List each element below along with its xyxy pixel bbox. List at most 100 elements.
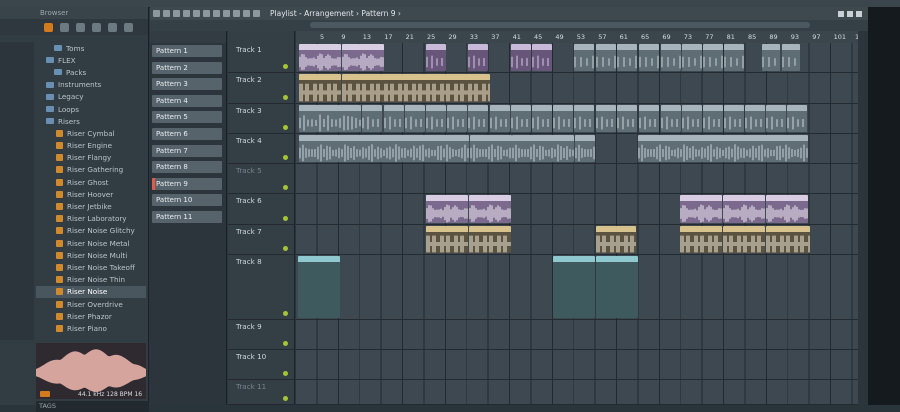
browser-item[interactable]: Riser Noise — [36, 285, 146, 298]
track-label[interactable]: Track 10 — [236, 352, 266, 361]
track-label[interactable]: Track 7 — [236, 227, 262, 236]
track-mute-led[interactable] — [283, 95, 288, 100]
track-mute-led[interactable] — [283, 311, 288, 316]
playlist-clip[interactable]: Pa. 6 — [617, 44, 637, 71]
maximize-icon[interactable] — [847, 10, 853, 17]
slice-tool-icon[interactable] — [223, 10, 230, 17]
playlist-clip[interactable]: Pa. 7 — [574, 105, 594, 132]
browser-item[interactable]: Packs — [36, 66, 146, 78]
pattern-item[interactable]: Pattern 8 — [152, 161, 222, 174]
playlist-clip[interactable]: Pa. 9 — [575, 135, 595, 162]
track-label[interactable]: Track 2 — [236, 75, 262, 84]
track-mute-led[interactable] — [283, 396, 288, 401]
browser-item[interactable]: Riser Ghost — [36, 176, 146, 188]
track-mute-led[interactable] — [283, 246, 288, 251]
horizontal-scrollbar[interactable] — [310, 22, 810, 28]
playlist-clip[interactable]: Pattern 3 — [299, 105, 361, 132]
browser-item[interactable]: Riser Phazor — [36, 310, 146, 322]
draw-tool-icon[interactable] — [173, 10, 180, 17]
playlist-clip[interactable]: Pa. 2 — [405, 105, 425, 132]
pattern-item[interactable]: Pattern 3 — [152, 78, 222, 91]
playlist-clip[interactable]: bass — [342, 74, 490, 102]
track-label[interactable]: Track 11 — [236, 382, 266, 391]
delete-tool-icon[interactable] — [193, 10, 200, 17]
play-tool-icon[interactable] — [253, 10, 260, 17]
track-mute-led[interactable] — [283, 341, 288, 346]
playlist-clip[interactable]: bass — [426, 226, 468, 253]
track-mute-led[interactable] — [283, 155, 288, 160]
timeline-ruler[interactable]: 5 9 13 17 21 25 29 33 37 41 45 49 53 57 61 65 69 73 77 81 85… — [296, 31, 867, 43]
playlist-clip[interactable]: drums 1 — [511, 44, 531, 71]
browser-item[interactable]: Riser Noise Multi — [36, 249, 146, 261]
sample-preview[interactable]: 44.1 kHz 128 BPM 16 — [36, 343, 146, 399]
playlist-clip[interactable]: drums 1 — [342, 44, 384, 71]
playlist-clip[interactable]: drums 1 — [532, 44, 552, 71]
playlist-clip[interactable]: Pa. 6 — [596, 44, 616, 71]
playlist-clip[interactable]: Pa. 7 — [532, 105, 552, 132]
browser-item[interactable]: Riser Jetbike — [36, 200, 146, 212]
playlist-clip[interactable]: drums 1 — [426, 195, 468, 223]
playlist-clip[interactable]: Pa. 2 — [384, 105, 404, 132]
track-label[interactable]: Track 8 — [236, 257, 262, 266]
track-mute-led[interactable] — [283, 216, 288, 221]
playlist-clip[interactable]: Pa. 2 — [490, 105, 510, 132]
pattern-item[interactable]: Pattern 10 — [152, 194, 222, 207]
playlist-clip[interactable]: bass — [680, 226, 722, 253]
magnet-icon[interactable] — [163, 10, 170, 17]
playlist-clip[interactable]: bass — [723, 226, 765, 253]
playlist-clip[interactable]: Pa. 7 — [511, 105, 531, 132]
browser-item[interactable]: Riser Overdrive — [36, 298, 146, 310]
close-icon[interactable] — [856, 10, 862, 17]
browser-item[interactable]: Riser Hoover — [36, 188, 146, 200]
playlist-clip[interactable]: Pa. 6 — [574, 44, 594, 71]
playlist-clip[interactable]: Pa. 7 — [596, 105, 616, 132]
browser-all-icon[interactable] — [44, 22, 53, 32]
playlist-clip[interactable]: Pa. 6 — [782, 44, 800, 71]
pattern-item[interactable]: Pattern 6 — [152, 128, 222, 140]
playlist-clip[interactable]: Pa. 8 — [745, 105, 765, 132]
playlist-clip[interactable]: drums 1 — [723, 195, 765, 223]
paint-tool-icon[interactable] — [183, 10, 190, 17]
playlist-clip[interactable]: Pa. 2 — [447, 105, 467, 132]
playlist-clip[interactable]: Pa. 2 — [362, 105, 382, 132]
playlist-clip[interactable] — [596, 226, 636, 253]
playlist-clip[interactable]: Pa. 8 — [617, 105, 637, 132]
playlist-clip[interactable]: Pa. 2 — [426, 105, 446, 132]
playlist-clip[interactable]: drums 1 — [469, 195, 511, 223]
browser-item[interactable]: Riser Cymbal — [36, 127, 146, 139]
playlist-clip[interactable]: Pa. 8 — [787, 105, 807, 132]
browser-item[interactable]: Riser Flangy — [36, 152, 146, 164]
playlist-clip[interactable]: drums 1 — [299, 44, 341, 71]
playlist-clip[interactable]: bass — [469, 226, 511, 253]
browser-plugin-icon[interactable] — [92, 22, 101, 32]
playlist-clip[interactable]: bass — [766, 226, 810, 253]
playlist-clip[interactable]: Pa. 8 — [766, 105, 786, 132]
track-mute-led[interactable] — [283, 125, 288, 130]
menu-arrow-icon[interactable] — [153, 10, 160, 17]
playlist-clip[interactable]: Pa. 6 — [724, 44, 744, 71]
browser-item[interactable]: Loops — [36, 103, 146, 115]
playlist-clip[interactable]: Pa. 6 — [661, 44, 681, 71]
track-label[interactable]: Track 6 — [236, 196, 262, 205]
browser-item[interactable]: Riser Noise Takeoff — [36, 261, 146, 273]
browser-item[interactable]: Riser Noise Metal — [36, 237, 146, 249]
playlist-clip[interactable]: Pattern 9 — [638, 135, 808, 162]
playlist-clip[interactable]: Pa. 6 — [703, 44, 723, 71]
preview-play-icon[interactable] — [40, 391, 50, 397]
playlist-clip[interactable]: drums 1 — [426, 44, 446, 71]
browser-item[interactable]: Riser Piano — [36, 322, 146, 334]
minimize-icon[interactable] — [838, 10, 844, 17]
browser-file-icon[interactable] — [60, 22, 69, 32]
playlist-clip[interactable]: bass — [299, 74, 341, 102]
track-mute-led[interactable] — [283, 371, 288, 376]
track-mute-led[interactable] — [283, 64, 288, 69]
pattern-item[interactable]: Pattern 9 — [152, 177, 222, 190]
playlist-clip[interactable]: Pattern 8 — [512, 135, 574, 162]
playlist-clip[interactable]: Pa. 8 — [661, 105, 681, 132]
playlist-clip[interactable]: Pa. 6 — [639, 44, 659, 71]
pattern-item[interactable]: Pattern 1 — [152, 45, 222, 57]
playlist-clip[interactable]: Pa. 6 — [682, 44, 702, 71]
pattern-item[interactable]: Pattern 11 — [152, 211, 222, 223]
playlist-clip[interactable]: Pa. 8 — [639, 105, 659, 132]
browser-folder-icon[interactable] — [76, 22, 85, 32]
